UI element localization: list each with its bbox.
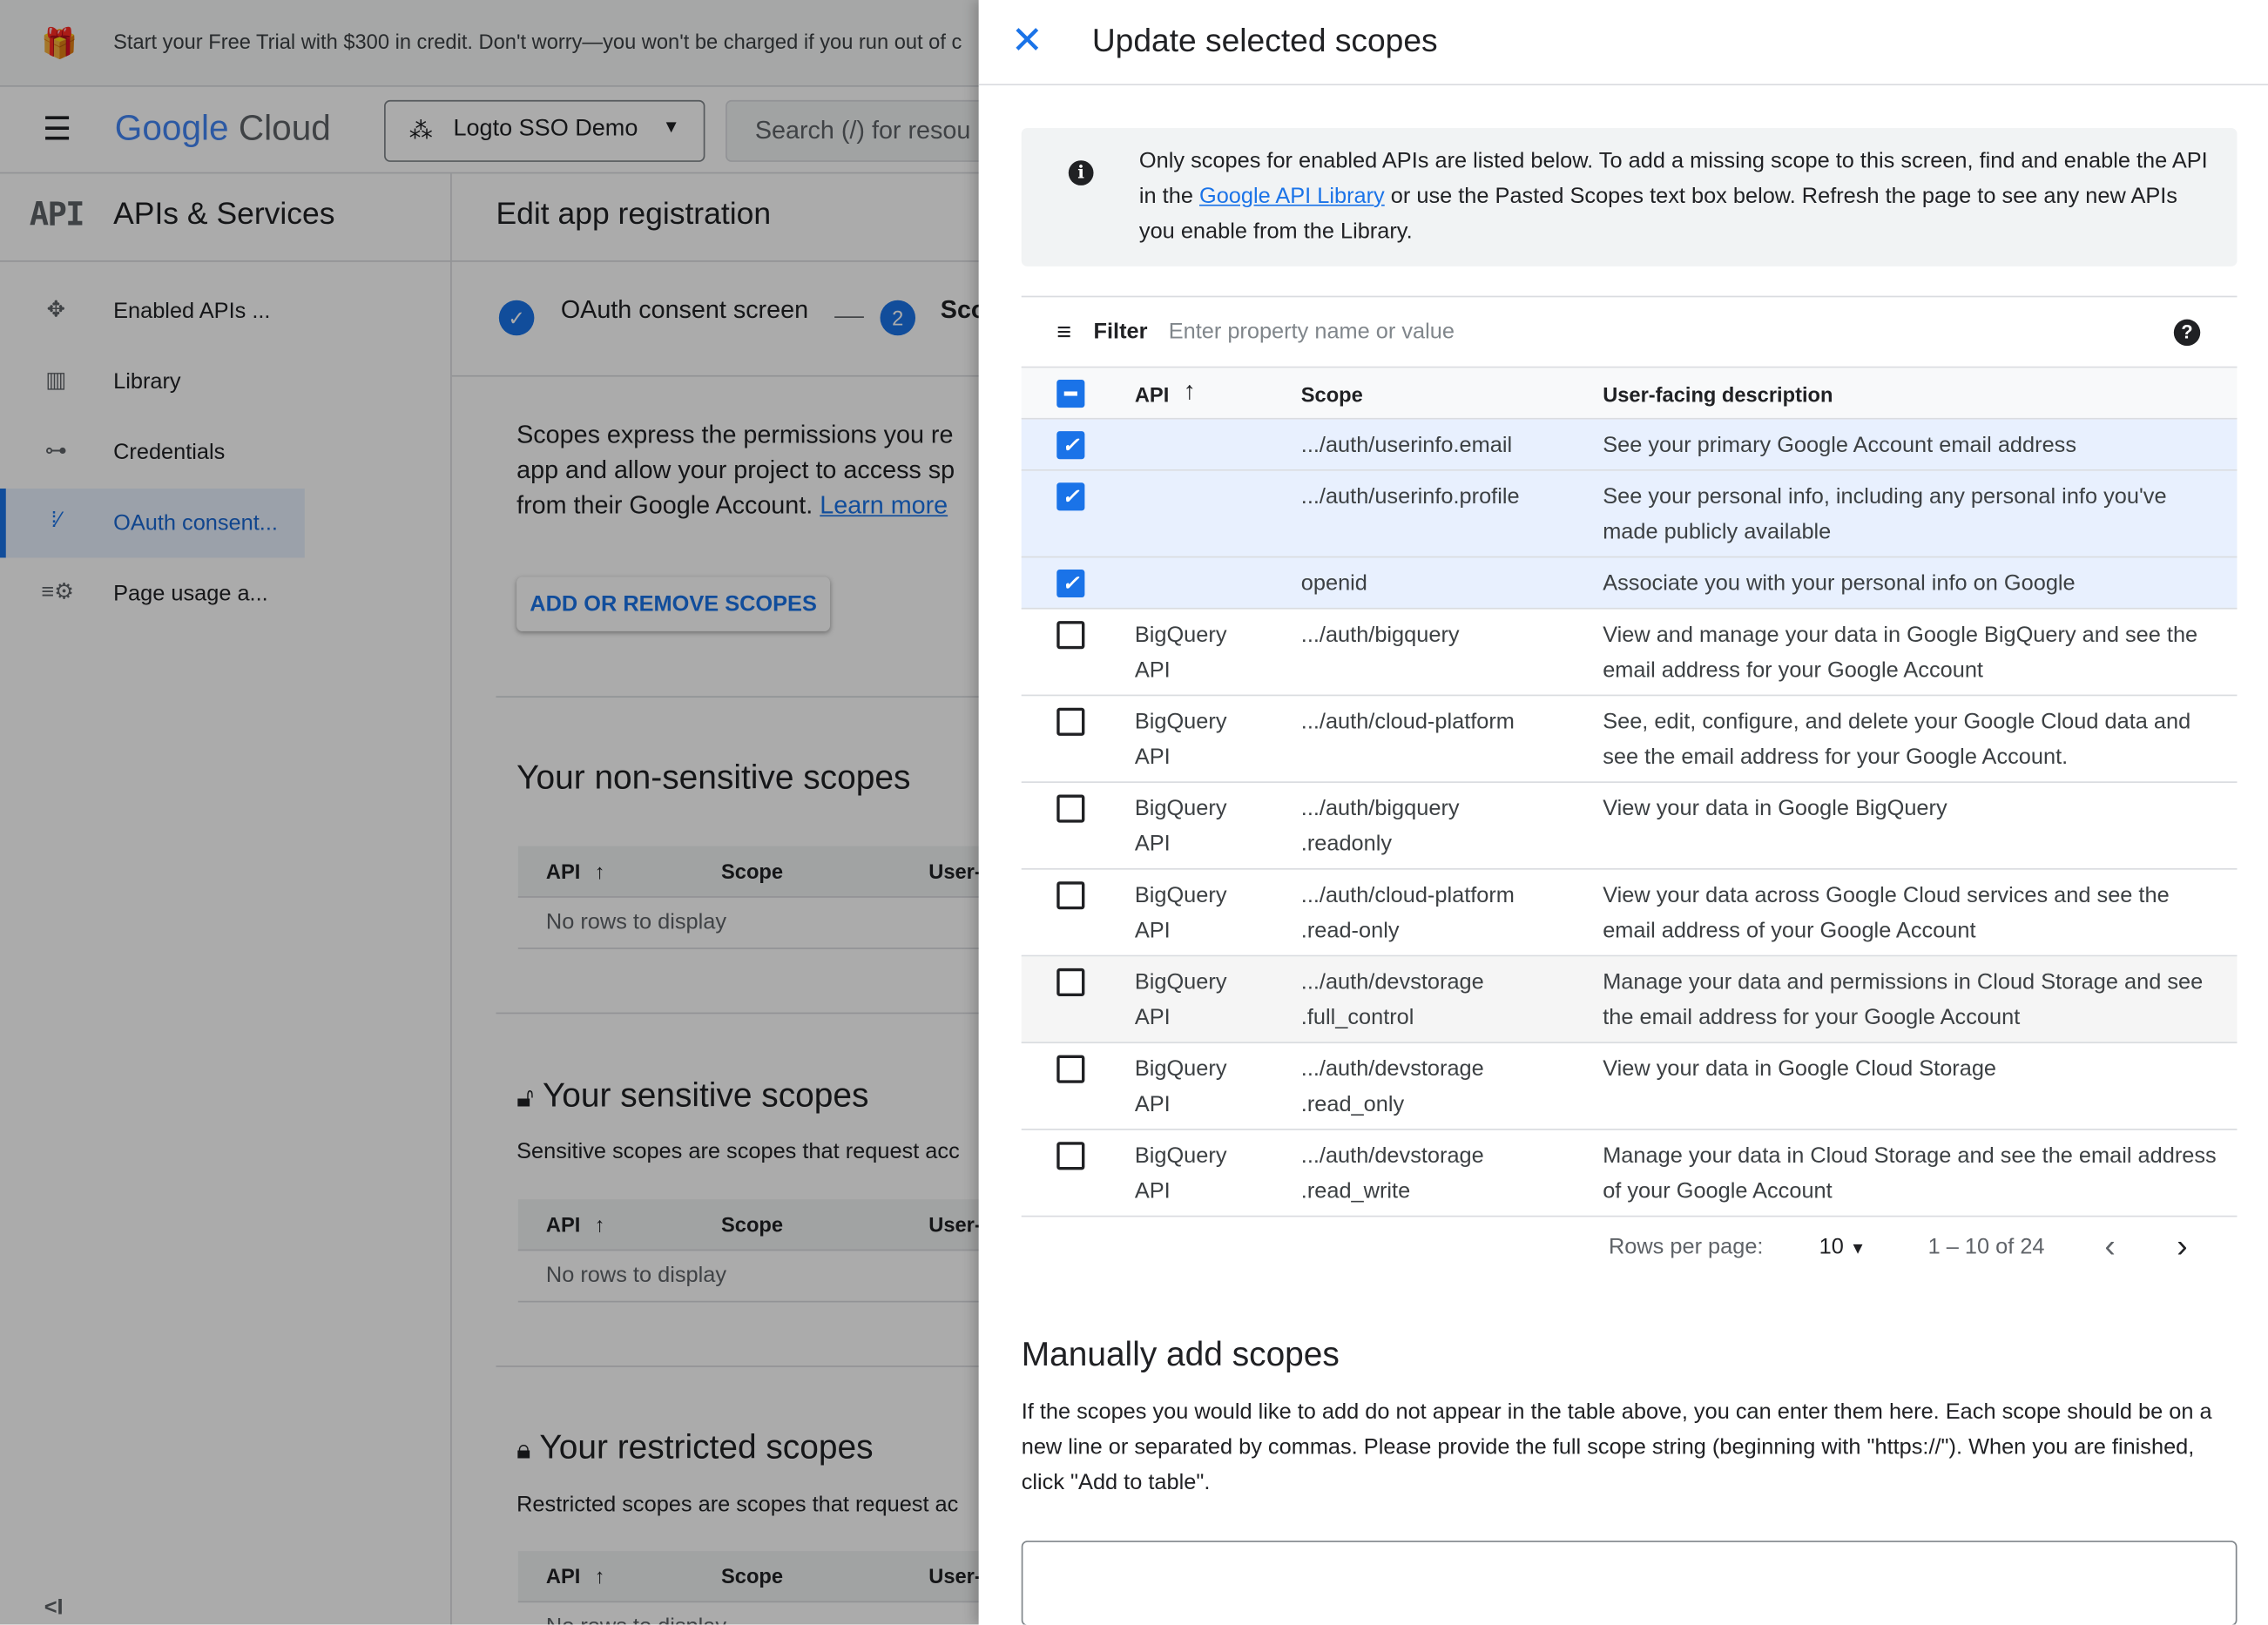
row-description: See your primary Google Account email ad… <box>1603 432 2077 458</box>
rows-per-page-value: 10 <box>1819 1234 1844 1260</box>
filter-icon: ≡ <box>1056 317 1072 347</box>
row-api: BigQuery API <box>1134 622 1227 684</box>
row-api: BigQuery API <box>1134 709 1227 770</box>
row-description: Associate you with your personal info on… <box>1603 570 2076 597</box>
row-description: See your personal info, including any pe… <box>1603 483 2167 545</box>
row-scope: .../auth/devstorage .full_control <box>1300 969 1484 1030</box>
row-description: View your data in Google Cloud Storage <box>1603 1056 1997 1082</box>
next-page-icon[interactable]: › <box>2177 1227 2187 1265</box>
rows-per-page-label: Rows per page: <box>1608 1234 1764 1260</box>
panel-title: Update selected scopes <box>1091 22 1438 59</box>
chevron-down-icon: ▼ <box>1849 1240 1866 1258</box>
row-checkbox[interactable] <box>1056 968 1085 996</box>
row-checkbox[interactable] <box>1056 621 1085 650</box>
sort-arrow-up-icon[interactable]: ↑ <box>1184 377 1196 407</box>
filter-label: Filter <box>1093 319 1148 345</box>
col-api[interactable]: API <box>1135 382 1169 406</box>
table-row[interactable]: ✓ openid Associate you with your persona… <box>1021 557 2238 610</box>
page-range: 1 – 10 of 24 <box>1927 1234 2045 1260</box>
table-row[interactable]: BigQuery API .../auth/devstorage .full_c… <box>1021 956 2238 1044</box>
table-row[interactable]: BigQuery API .../auth/cloud-platform See… <box>1021 696 2238 783</box>
row-scope: openid <box>1300 570 1367 597</box>
table-header: API ↑ Scope User-facing description <box>1021 367 2238 420</box>
manual-scopes-desc: If the scopes you would like to add do n… <box>1021 1399 2212 1495</box>
row-checkbox[interactable]: ✓ <box>1056 431 1085 460</box>
table-row[interactable]: ✓ .../auth/userinfo.profile See your per… <box>1021 470 2238 558</box>
table-row[interactable]: BigQuery API .../auth/devstorage .read_o… <box>1021 1043 2238 1130</box>
table-row[interactable]: BigQuery API .../auth/bigquery .readonly… <box>1021 783 2238 870</box>
row-checkbox[interactable] <box>1056 794 1085 823</box>
row-checkbox[interactable]: ✓ <box>1056 482 1085 511</box>
row-description: View and manage your data in Google BigQ… <box>1603 622 2198 684</box>
row-api: BigQuery API <box>1134 1056 1227 1117</box>
manual-scopes-title: Manually add scopes <box>1021 1334 1340 1373</box>
row-description: View your data across Google Cloud servi… <box>1603 882 2170 944</box>
row-checkbox[interactable] <box>1056 881 1085 910</box>
prev-page-icon[interactable]: ‹ <box>2104 1227 2115 1265</box>
row-api: BigQuery API <box>1134 1143 1227 1204</box>
row-scope: .../auth/bigquery .readonly <box>1300 796 1460 857</box>
manual-scopes-textarea[interactable] <box>1021 1541 2238 1625</box>
update-scopes-panel: ✕ Update selected scopes i Only scopes f… <box>978 0 2268 1625</box>
filter-input[interactable]: Enter property name or value <box>1169 320 1455 345</box>
table-row[interactable]: BigQuery API .../auth/devstorage .read_w… <box>1021 1130 2238 1217</box>
info-icon: i <box>1068 160 1094 185</box>
info-text: Only scopes for enabled APIs are listed … <box>1139 145 2214 251</box>
modal-backdrop[interactable] <box>0 0 979 1625</box>
row-description: Manage your data in Cloud Storage and se… <box>1603 1143 2217 1204</box>
row-api: BigQuery API <box>1134 969 1227 1030</box>
row-scope: .../auth/devstorage .read_only <box>1300 1056 1484 1117</box>
row-checkbox[interactable]: ✓ <box>1056 569 1085 598</box>
row-scope: .../auth/userinfo.email <box>1300 432 1513 458</box>
col-description: User-facing description <box>1603 382 1833 407</box>
row-description: Manage your data and permissions in Clou… <box>1603 969 2204 1030</box>
row-scope: .../auth/cloud-platform <box>1300 709 1515 735</box>
row-description: See, edit, configure, and delete your Go… <box>1603 709 2191 770</box>
scopes-table: API ↑ Scope User-facing description ✓ ..… <box>1021 367 2238 1217</box>
help-icon[interactable]: ? <box>2173 319 2201 347</box>
row-scope: .../auth/bigquery <box>1300 622 1460 648</box>
row-api: BigQuery API <box>1134 796 1227 857</box>
row-checkbox[interactable] <box>1056 1142 1085 1170</box>
filter-bar[interactable]: ≡ Filter Enter property name or value ? <box>1021 295 2238 368</box>
table-row[interactable]: BigQuery API .../auth/cloud-platform .re… <box>1021 870 2238 957</box>
google-api-library-link[interactable]: Google API Library <box>1199 184 1385 209</box>
table-row[interactable]: BigQuery API .../auth/bigquery View and … <box>1021 610 2238 697</box>
info-box: i Only scopes for enabled APIs are liste… <box>1021 128 2238 266</box>
row-checkbox[interactable] <box>1056 1055 1085 1083</box>
row-scope: .../auth/cloud-platform .read-only <box>1300 882 1515 944</box>
close-icon[interactable]: ✕ <box>1011 17 1043 63</box>
rows-per-page-select[interactable]: 10 ▼ <box>1819 1235 1866 1260</box>
row-scope: .../auth/devstorage .read_write <box>1300 1143 1484 1204</box>
row-checkbox[interactable] <box>1056 707 1085 736</box>
row-description: View your data in Google BigQuery <box>1603 796 1947 821</box>
col-scope: Scope <box>1300 382 1363 407</box>
table-row[interactable]: ✓ .../auth/userinfo.email See your prima… <box>1021 419 2238 471</box>
row-api: BigQuery API <box>1134 882 1227 944</box>
pagination: Rows per page: 10 ▼ 1 – 10 of 24 ‹ › <box>1022 1222 2238 1275</box>
select-all-checkbox[interactable] <box>1056 379 1085 408</box>
divider <box>978 84 2268 86</box>
row-scope: .../auth/userinfo.profile <box>1300 483 1520 509</box>
